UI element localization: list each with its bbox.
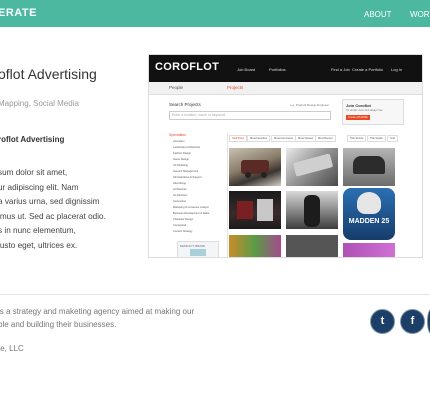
game-thumbnail-title: MADDEN 25 (348, 218, 390, 225)
coroflot-join-button: Create a Portfolio (346, 115, 370, 120)
specialty-item: Fashion Design (173, 152, 192, 155)
brand-logo-text[interactable]: ERATE (0, 7, 37, 19)
specialty-item: Character Design (173, 218, 194, 221)
project-thumbnail (343, 148, 395, 186)
coroflot-join-subtitle: It's simple, clean and always free (346, 109, 383, 112)
coroflot-filter-item: Most Viewed (295, 135, 316, 142)
coroflot-tab-people: People (169, 85, 184, 90)
description-line: a varius urna, sed dignissim (0, 197, 100, 207)
specialty-item: Landscape Architecture (173, 146, 201, 149)
coroflot-filter-item: Most Favorites (247, 135, 271, 142)
small-promo-caption: DESIGN IT, BRAND (180, 244, 206, 248)
project-thumbnail (286, 235, 338, 257)
coroflot-filter-staff-picks: Staff Picks (229, 135, 248, 142)
project-client: roflot Advertising (0, 135, 65, 144)
specialty-item: Automotive (173, 200, 186, 203)
coroflot-search-field: Enter a location, name or keyword (169, 111, 331, 120)
project-thumbnail (343, 243, 395, 257)
project-thumbnail (229, 191, 281, 229)
specialty-item: Business Development & Sales (173, 212, 210, 215)
twitter-button[interactable]: t (370, 309, 395, 334)
specialty-item: UX Modeling (173, 164, 188, 167)
specialty-item: Art Direction (173, 194, 188, 197)
coroflot-logo: COROFLOT (155, 61, 219, 73)
description-line: sum dolor sit amet, (0, 168, 68, 177)
footer-description: is a strategy and maketing agency aimed … (0, 306, 213, 331)
specialty-item: Administrative & Support (173, 176, 202, 179)
coroflot-nav-item: Log In (391, 67, 403, 72)
small-promo-card: DESIGN IT, BRAND (177, 241, 219, 257)
coroflot-nav-item: Portfolios (269, 67, 286, 72)
coroflot-nav-item: Create a Portfolio (352, 67, 384, 72)
coroflot-header: COROFLOT Job Board Portfolios Find a Job… (149, 55, 422, 82)
coroflot-logo-text: COROFLOT (155, 61, 220, 73)
coroflot-specialties: Specialties Animation Landscape Architec… (169, 133, 228, 257)
coroflot-view-option: Grid (387, 135, 398, 142)
project-thumbnail (286, 191, 338, 229)
coroflot-search-hint: e.g. Product Design Engineer (290, 103, 330, 107)
nav-link-about[interactable]: ABOUT (364, 10, 392, 19)
project-screenshot: COROFLOT Job Board Portfolios Find a Job… (148, 54, 423, 258)
coroflot-join-box: Join Coroflot It's simple, clean and alw… (342, 99, 404, 125)
specialty-item: Animation (173, 140, 185, 143)
twitter-icon: t (380, 315, 385, 327)
footer-description-line: is a strategy and maketing agency aimed … (0, 307, 195, 316)
coroflot-search-placeholder: Enter a location, name or keyword (172, 113, 226, 117)
specialty-item: Architecture (173, 188, 187, 191)
coroflot-view-option: Title Spells (367, 135, 386, 142)
project-thumbnail (286, 148, 338, 186)
specialty-item: Marketing & Consumer Analyst (173, 206, 209, 209)
coroflot-nav-item: Find a Job (331, 67, 350, 72)
specialty-item: Content Strategy (173, 230, 193, 233)
coroflot-filter-item: Most Recent (315, 135, 336, 142)
coroflot-search-label: Search Projects (169, 102, 201, 107)
description-line: ur adipiscing elit. Nam (0, 182, 79, 192)
facebook-icon: f (410, 315, 415, 327)
project-description: sum dolor sit amet, ur adipiscing elit. … (0, 166, 138, 254)
coroflot-tabs: People Projects (149, 82, 422, 95)
coroflot-filter-item: Most Comments (271, 135, 296, 142)
coroflot-nav-item: Job Board (237, 67, 256, 72)
project-thumbnail (229, 235, 281, 257)
description-line: justo eget, ultrices ex. (0, 240, 78, 250)
description-line: s in nunc elementum, (0, 226, 76, 236)
project-thumbnail (229, 148, 281, 186)
game-thumbnail: MADDEN 25 (343, 188, 395, 240)
description-line: imus ut. Sed ac placerat odio. (0, 211, 106, 221)
footer-divider (0, 294, 430, 295)
top-navigation-bar: ERATE ABOUT WORK (0, 0, 430, 27)
footer-description-line: ble and building their businesses. (0, 319, 117, 329)
specialty-item: Conceptual (173, 224, 187, 227)
project-title: oflot Advertising (0, 66, 97, 82)
coroflot-join-title: Join Coroflot (346, 103, 371, 108)
facebook-button[interactable]: f (400, 309, 425, 334)
footer-copyright: te, LLC (0, 344, 24, 353)
specialty-item: Advertising (173, 182, 186, 185)
project-tags: Mapping, Social Media (0, 99, 79, 108)
specialties-title: Specialties (169, 133, 186, 137)
nav-link-work[interactable]: WORK (410, 10, 430, 19)
coroflot-view-option: Title Shows (347, 135, 367, 142)
coroflot-tab-projects: Projects (227, 85, 244, 90)
specialty-item: Account Management (173, 170, 199, 173)
specialty-item: Game Design (173, 158, 189, 161)
